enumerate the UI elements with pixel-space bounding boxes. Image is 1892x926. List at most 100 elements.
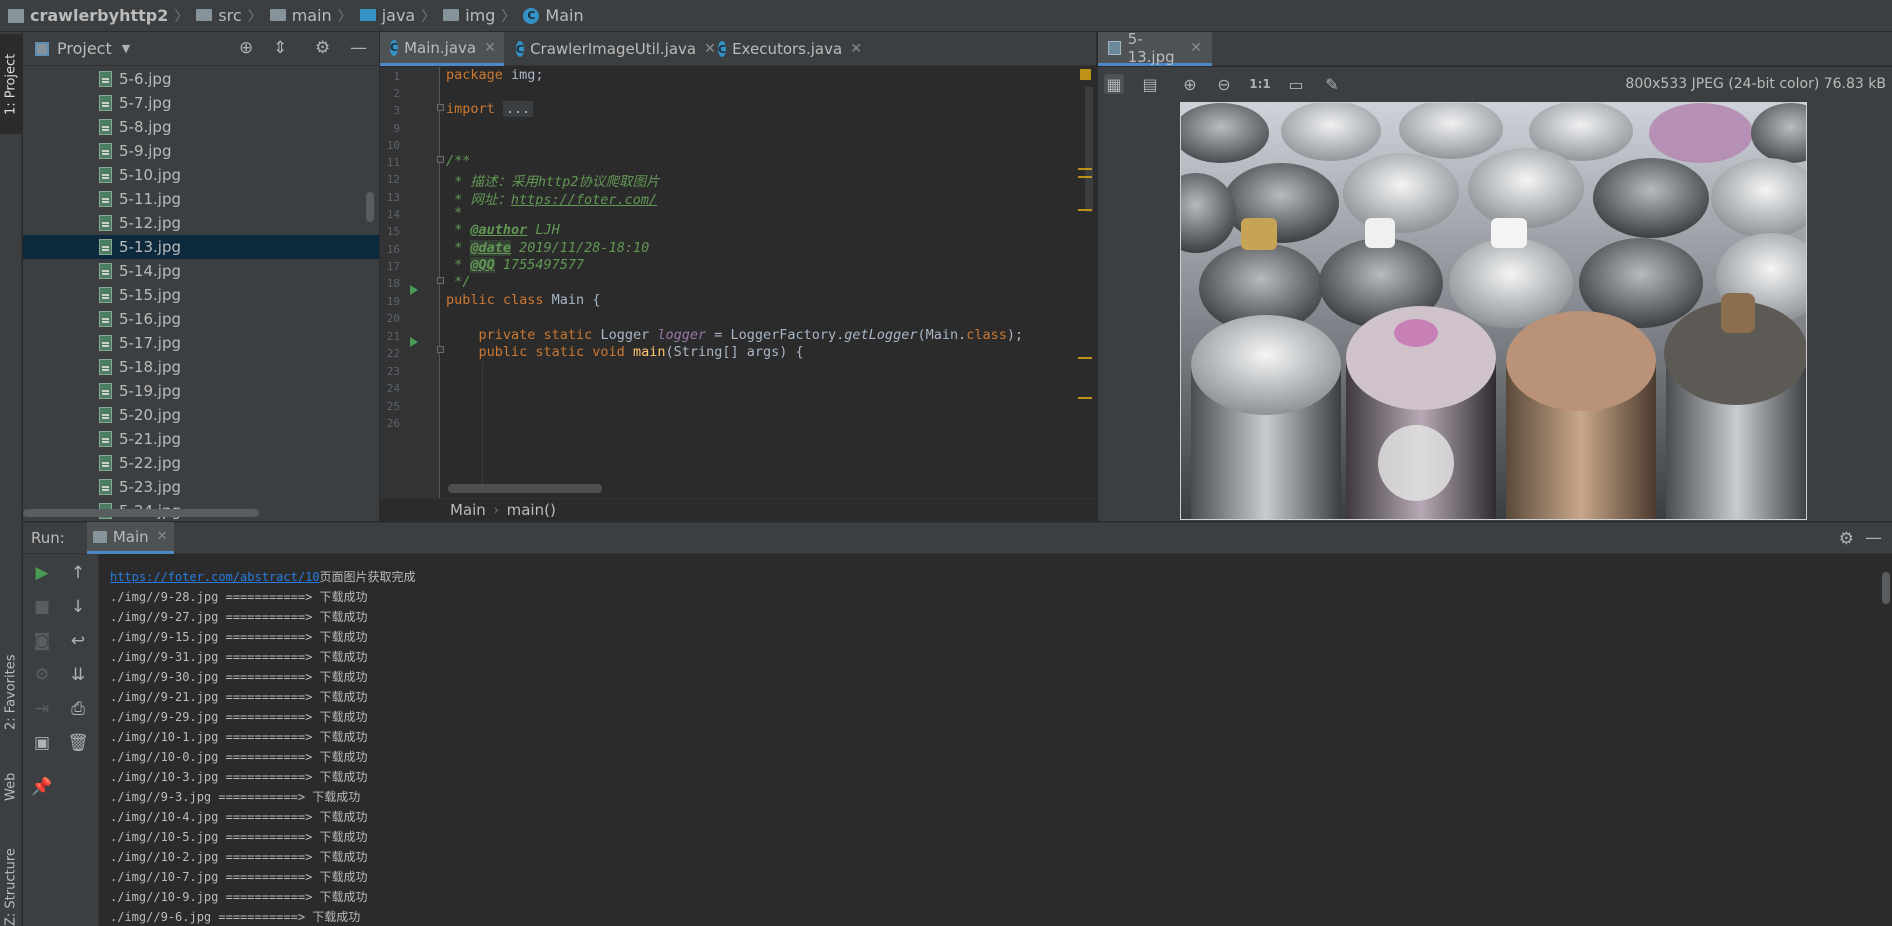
fit-zoom-icon[interactable]: ▭ xyxy=(1286,74,1306,94)
run-class-icon[interactable] xyxy=(410,285,418,295)
run-main-icon[interactable] xyxy=(410,337,418,347)
tree-item[interactable]: 5-19.jpg xyxy=(23,379,379,403)
tree-item[interactable]: 5-22.jpg xyxy=(23,451,379,475)
tree-item[interactable]: 5-23.jpg xyxy=(23,475,379,499)
pin-icon[interactable]: 📌 xyxy=(31,776,53,798)
tool-tab-structure[interactable]: Z: Structure xyxy=(0,832,22,926)
breadcrumb-class[interactable]: Main xyxy=(450,501,486,519)
folded-imports[interactable]: ... xyxy=(502,101,534,117)
tree-item[interactable]: 5-18.jpg xyxy=(23,355,379,379)
print-icon[interactable]: ⎙ xyxy=(67,698,89,720)
tree-item-label: 5-16.jpg xyxy=(119,310,182,328)
class-icon: C xyxy=(523,7,540,24)
tree-item[interactable]: 5-21.jpg xyxy=(23,427,379,451)
zoom-in-icon[interactable]: ⊕ xyxy=(1180,74,1200,94)
tree-item[interactable]: 5-11.jpg xyxy=(23,187,379,211)
rerun-icon[interactable]: ▶ xyxy=(31,562,53,584)
fold-icon[interactable] xyxy=(437,104,444,111)
close-icon[interactable]: ✕ xyxy=(1190,40,1202,56)
breadcrumb-img[interactable]: img 〉 xyxy=(443,6,523,26)
tree-item[interactable]: 5-14.jpg xyxy=(23,259,379,283)
tree-horizontal-scrollbar[interactable] xyxy=(23,509,259,517)
close-icon[interactable]: ✕ xyxy=(850,41,862,57)
tree-item-label: 5-15.jpg xyxy=(119,286,182,304)
tree-scrollbar[interactable] xyxy=(366,192,374,222)
fold-icon[interactable] xyxy=(437,346,444,353)
method-name: main xyxy=(624,344,666,360)
locate-file-icon[interactable]: ⊕ xyxy=(239,38,253,58)
arrow-up-icon[interactable]: ↑ xyxy=(67,562,89,584)
line-number: 16 xyxy=(386,243,400,256)
inspection-warning-icon[interactable] xyxy=(1080,69,1091,80)
tree-item[interactable]: 5-15.jpg xyxy=(23,283,379,307)
fold-icon[interactable] xyxy=(437,277,444,284)
transparency-chessboard-icon[interactable]: ▦ xyxy=(1104,74,1124,94)
tree-item[interactable]: 5-12.jpg xyxy=(23,211,379,235)
package-icon xyxy=(443,8,460,21)
settings-icon[interactable]: ⚙ xyxy=(31,664,53,686)
tab-image-5-13[interactable]: 5-13.jpg ✕ xyxy=(1098,30,1212,66)
camera-icon[interactable]: ◙ xyxy=(31,630,53,652)
tab-executors-java[interactable]: C Executors.java ✕ xyxy=(708,32,868,66)
run-tab-main[interactable]: Main ✕ xyxy=(86,522,174,554)
stop-icon[interactable]: ■ xyxy=(31,596,53,618)
arrow-down-icon[interactable]: ↓ xyxy=(67,596,89,618)
tool-tab-favorites[interactable]: 2: Favorites xyxy=(0,632,22,752)
trash-icon[interactable]: 🗑 xyxy=(67,732,89,754)
code-editor[interactable]: 1 2 3 9 10 11 12 13 14 15 16 17 18 19 20 21 22 23 24 25 26 p… xyxy=(380,67,1096,498)
breadcrumb-src[interactable]: src 〉 xyxy=(196,6,269,26)
soft-wrap-icon[interactable]: ↩ xyxy=(67,630,89,652)
warning-stripe[interactable] xyxy=(1078,209,1092,211)
tree-item[interactable]: 5-6.jpg xyxy=(23,67,379,91)
hide-icon[interactable]: — xyxy=(350,38,367,58)
tool-tab-project[interactable]: 1: Project xyxy=(0,34,22,134)
console-line: ./img//10-1.jpg ===========> 下载成功 xyxy=(110,730,368,744)
tab-crawlerimageutil-java[interactable]: C CrawlerImageUtil.java ✕ xyxy=(506,32,716,66)
method-call: getLogger xyxy=(844,327,918,343)
editor-scrollbar[interactable] xyxy=(1085,87,1093,212)
exit-icon[interactable]: ⇥ xyxy=(31,698,53,720)
breadcrumb-project[interactable]: crawlerbyhttp2 〉 xyxy=(8,6,196,26)
project-panel-title[interactable]: Project xyxy=(57,39,112,58)
close-icon[interactable]: ✕ xyxy=(484,40,496,56)
tree-item[interactable]: 5-20.jpg xyxy=(23,403,379,427)
warning-stripe[interactable] xyxy=(1078,176,1092,178)
warning-stripe[interactable] xyxy=(1078,168,1092,170)
tree-item[interactable]: 5-9.jpg xyxy=(23,139,379,163)
chevron-down-icon[interactable]: ▼ xyxy=(122,42,130,55)
gear-icon[interactable]: ⚙ xyxy=(315,38,330,58)
tool-tab-web[interactable]: Web xyxy=(0,752,22,822)
tree-item[interactable]: 5-7.jpg xyxy=(23,91,379,115)
tree-item[interactable]: 5-10.jpg xyxy=(23,163,379,187)
warning-stripe[interactable] xyxy=(1078,397,1092,399)
close-icon[interactable]: ✕ xyxy=(157,529,168,544)
breadcrumb-main[interactable]: main 〉 xyxy=(269,6,360,26)
breadcrumb-java[interactable]: java 〉 xyxy=(359,6,444,26)
grid-icon[interactable]: ▤ xyxy=(1140,74,1160,94)
tab-main-java[interactable]: C Main.java ✕ xyxy=(380,32,504,66)
tree-item[interactable]: 5-13.jpg xyxy=(23,235,379,259)
image-file-icon xyxy=(99,407,112,423)
collapse-all-icon[interactable]: ⇕ xyxy=(273,38,287,58)
zoom-out-icon[interactable]: ⊖ xyxy=(1214,74,1234,94)
hide-icon[interactable]: — xyxy=(1865,528,1882,548)
fold-icon[interactable] xyxy=(437,156,444,163)
tree-item[interactable]: 5-8.jpg xyxy=(23,115,379,139)
scroll-to-end-icon[interactable]: ⇊ xyxy=(67,664,89,686)
line-gutter: 1 2 3 9 10 11 12 13 14 15 16 17 18 19 20 21 22 23 24 25 26 xyxy=(380,67,440,498)
comment-link[interactable]: https://foter.com/ xyxy=(511,192,657,208)
source-folder-icon xyxy=(359,8,376,21)
gear-icon[interactable]: ⚙ xyxy=(1839,529,1854,549)
tree-item[interactable]: 5-16.jpg xyxy=(23,307,379,331)
actual-size-button[interactable]: 1:1 xyxy=(1249,74,1271,94)
editor-horizontal-scrollbar[interactable] xyxy=(448,484,602,493)
console-link[interactable]: https://foter.com/abstract/10 xyxy=(110,570,320,584)
warning-stripe[interactable] xyxy=(1078,357,1092,359)
console-scrollbar[interactable] xyxy=(1882,572,1890,604)
breadcrumb-main-class[interactable]: C Main xyxy=(523,6,584,25)
layout-icon[interactable]: ▣ xyxy=(31,732,53,754)
breadcrumb-method[interactable]: main() xyxy=(507,501,556,519)
tree-item[interactable]: 5-17.jpg xyxy=(23,331,379,355)
console-output[interactable]: https://foter.com/abstract/10页面图片获取完成 ./… xyxy=(100,554,1892,926)
color-picker-icon[interactable]: ✎ xyxy=(1322,74,1342,94)
